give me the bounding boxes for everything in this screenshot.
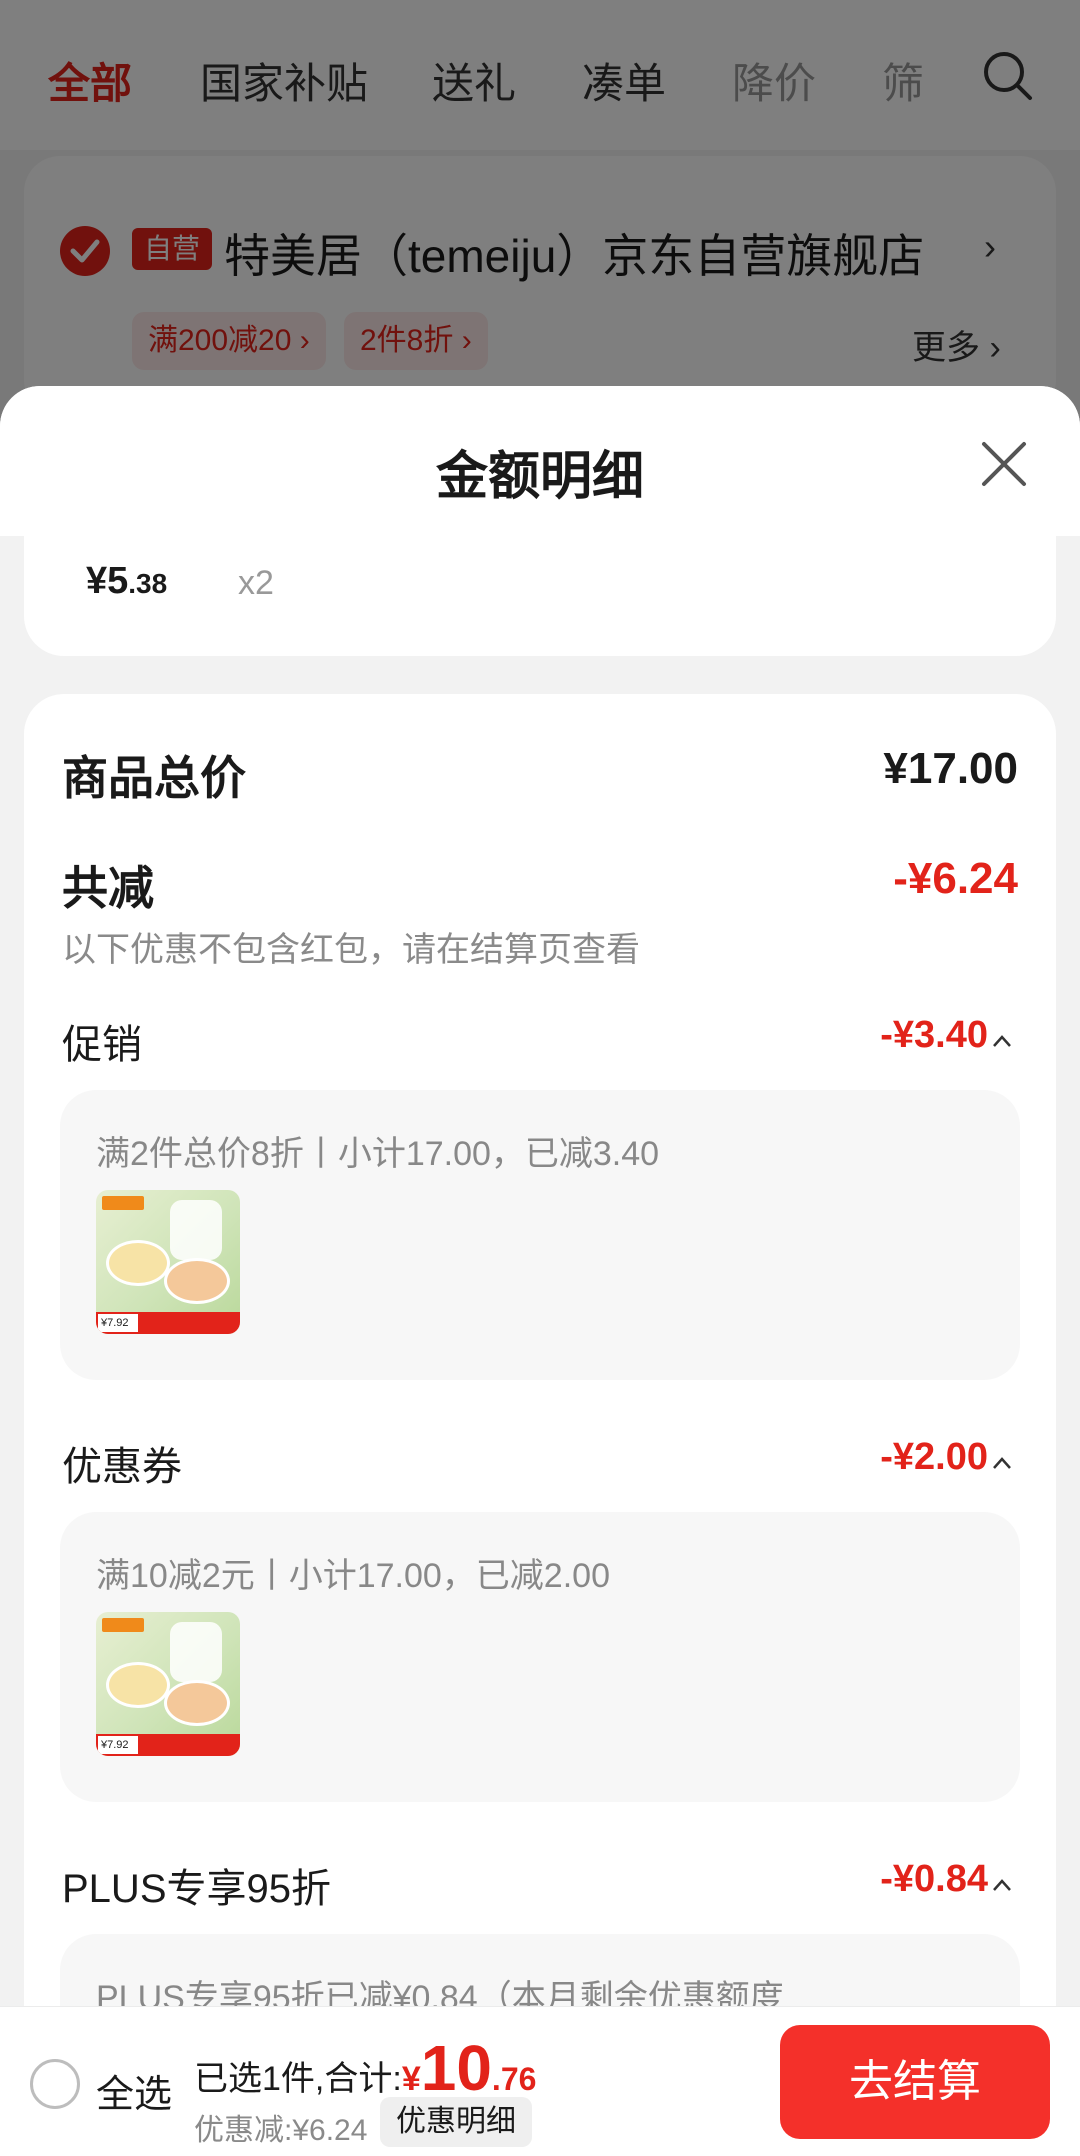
plus-detail-card: PLUS专享95折已减¥0.84（本月剩余优惠额度 bbox=[60, 1934, 1020, 2006]
coupon-label: 优惠券 bbox=[62, 1445, 182, 1489]
product-thumbnail[interactable]: ¥7.92 bbox=[96, 1190, 240, 1334]
item-price-card: ¥5.38 x2 bbox=[24, 536, 1056, 656]
price-detail-card: 商品总价 ¥17.00 共减 -¥6.24 以下优惠不包含红包，请在结算页查看 … bbox=[24, 694, 1056, 2006]
discount-detail-button[interactable]: 优惠明细 bbox=[380, 2097, 532, 2147]
coupon-detail-card: 满10减2元丨小计17.00，已减2.00 ¥7.92 bbox=[60, 1512, 1020, 1802]
coupon-detail-text: 满10减2元丨小计17.00，已减2.00 bbox=[96, 1557, 610, 1595]
chevron-up-icon[interactable] bbox=[992, 1878, 1012, 1892]
thumbnail-price: ¥7.92 bbox=[98, 1314, 138, 1332]
plus-discount-value[interactable]: -¥0.84 bbox=[880, 1858, 988, 1901]
total-price-label: 商品总价 bbox=[62, 752, 246, 804]
close-icon[interactable] bbox=[976, 436, 1032, 492]
amount-detail-sheet: 金额明细 ¥5.38 x2 商品总价 ¥17.00 共减 -¥6.24 以下优惠… bbox=[0, 386, 1080, 2006]
item-unit-price: ¥5.38 bbox=[86, 560, 168, 602]
total-reduction-label: 共减 bbox=[62, 862, 154, 914]
discount-summary: 优惠减:¥6.24 bbox=[194, 2114, 368, 2147]
checkout-bar: 全选 已选1件,合计:¥10.76 优惠减:¥6.24 优惠明细 去结算 bbox=[0, 2006, 1080, 2156]
coupon-value[interactable]: -¥2.00 bbox=[880, 1436, 988, 1479]
total-reduction-value: -¥6.24 bbox=[893, 854, 1018, 903]
select-all-label[interactable]: 全选 bbox=[96, 2063, 172, 2118]
promotion-value[interactable]: -¥3.40 bbox=[880, 1014, 988, 1057]
product-thumbnail[interactable]: ¥7.92 bbox=[96, 1612, 240, 1756]
chevron-up-icon[interactable] bbox=[992, 1034, 1012, 1048]
item-quantity: x2 bbox=[238, 564, 274, 602]
total-summary: 已选1件,合计:¥10.76 bbox=[194, 2032, 537, 2104]
total-price-value: ¥17.00 bbox=[883, 744, 1018, 793]
reduction-note: 以下优惠不包含红包，请在结算页查看 bbox=[62, 931, 640, 969]
select-all-checkbox[interactable] bbox=[30, 2059, 80, 2109]
promotion-detail-text: 满2件总价8折丨小计17.00，已减3.40 bbox=[96, 1135, 660, 1173]
sheet-title: 金额明细 bbox=[435, 448, 644, 506]
promotion-label: 促销 bbox=[62, 1023, 142, 1067]
sheet-header: 金额明细 bbox=[0, 386, 1080, 536]
thumbnail-price: ¥7.92 bbox=[98, 1736, 138, 1754]
chevron-up-icon[interactable] bbox=[992, 1456, 1012, 1470]
plus-discount-label: PLUS专享95折 bbox=[62, 1867, 331, 1911]
plus-detail-text: PLUS专享95折已减¥0.84（本月剩余优惠额度 bbox=[96, 1979, 784, 2006]
checkout-button[interactable]: 去结算 bbox=[780, 2025, 1050, 2139]
promotion-detail-card: 满2件总价8折丨小计17.00，已减3.40 ¥7.92 bbox=[60, 1090, 1020, 1380]
